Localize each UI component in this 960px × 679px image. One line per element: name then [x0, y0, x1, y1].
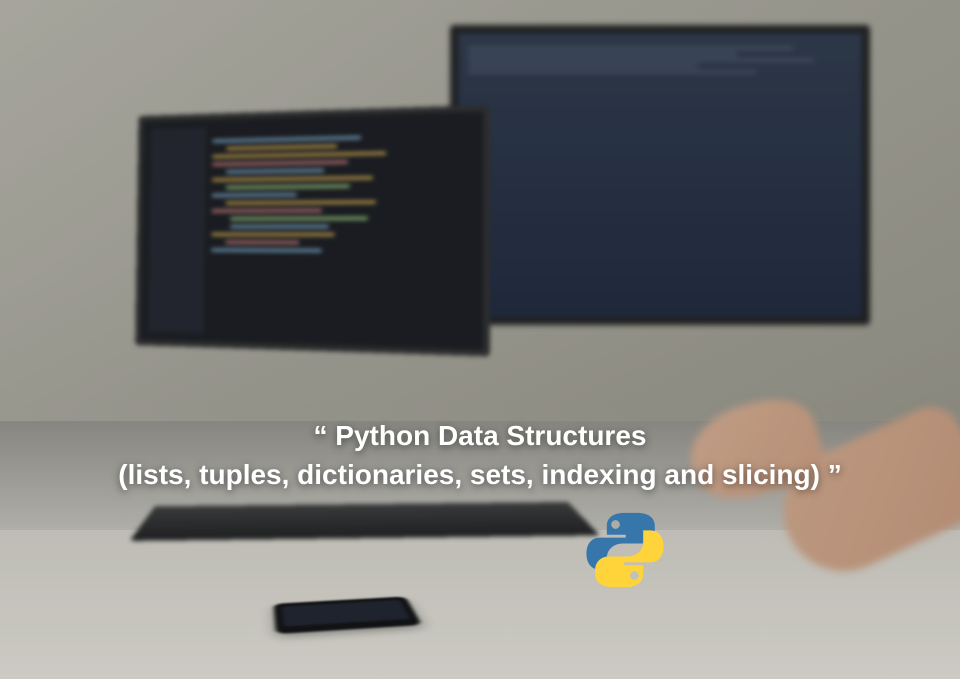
title-caption: “ Python Data Structures (lists, tuples,…	[0, 416, 960, 494]
quote-close: ”	[820, 459, 842, 490]
python-logo-icon	[585, 510, 665, 590]
quote-open: “	[314, 420, 336, 451]
title-line-1: Python Data Structures	[335, 420, 646, 451]
title-line-2: (lists, tuples, dictionaries, sets, inde…	[118, 459, 820, 490]
dim-overlay	[0, 0, 960, 679]
background-scene	[0, 0, 960, 679]
